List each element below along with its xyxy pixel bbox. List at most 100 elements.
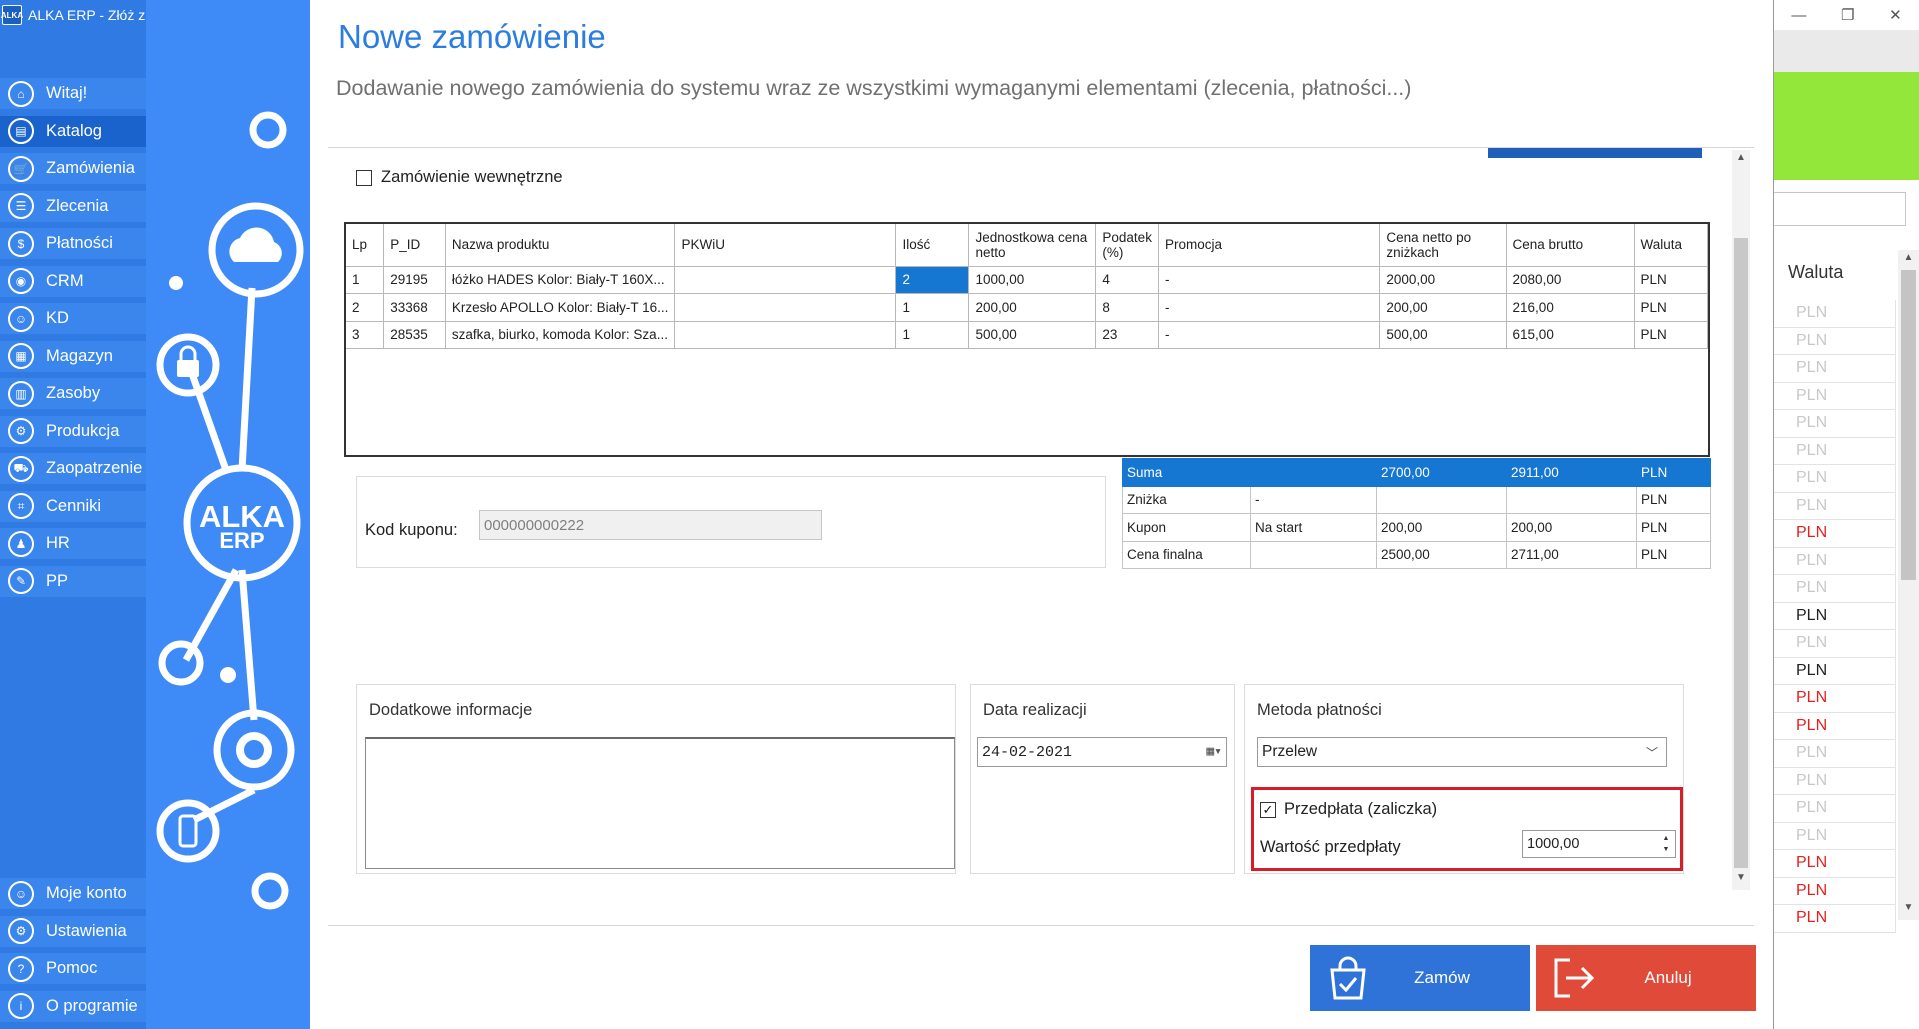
sidebar-item-kd[interactable]: ☺ KD bbox=[0, 303, 146, 337]
list-item[interactable]: PLN bbox=[1774, 520, 1896, 548]
table-cell[interactable]: 1 bbox=[895, 293, 970, 322]
table-cell[interactable]: 8 bbox=[1095, 293, 1159, 322]
table-cell[interactable]: 615,00 bbox=[1506, 321, 1635, 349]
list-item[interactable]: PLN bbox=[1774, 850, 1896, 878]
totals-row[interactable]: Zniżka - PLN bbox=[1122, 485, 1711, 514]
table-row[interactable]: 3 28535 szafka, biurko, komoda Kolor: Sza.… bbox=[346, 321, 1709, 349]
column-header[interactable]: Podatek (%) bbox=[1095, 224, 1159, 267]
column-header[interactable]: Jednostkowa cena netto bbox=[968, 224, 1097, 267]
column-header[interactable]: PKWiU bbox=[674, 224, 897, 267]
sidebar-item-zlecenia[interactable]: ☰ Zlecenia bbox=[0, 190, 146, 225]
list-item[interactable]: PLN bbox=[1774, 740, 1896, 768]
coupon-input[interactable] bbox=[479, 510, 822, 540]
table-cell[interactable]: 3 bbox=[346, 321, 385, 349]
table-cell[interactable]: - bbox=[1158, 321, 1381, 349]
table-cell[interactable]: 1 bbox=[895, 321, 970, 349]
column-header[interactable]: Waluta bbox=[1634, 224, 1709, 267]
list-item[interactable]: PLN bbox=[1774, 630, 1896, 658]
column-header[interactable]: Cena netto po zniżkach bbox=[1379, 224, 1507, 267]
table-cell[interactable]: 2 bbox=[346, 293, 385, 322]
list-item[interactable]: PLN bbox=[1774, 767, 1896, 795]
table-cell[interactable]: 28535 bbox=[383, 321, 446, 349]
scrollbar-thumb[interactable] bbox=[1734, 238, 1748, 868]
list-item[interactable]: PLN bbox=[1774, 905, 1896, 933]
scrollbar-thumb[interactable] bbox=[1901, 270, 1916, 580]
sidebar-item-pomoc[interactable]: ? Pomoc bbox=[0, 953, 146, 987]
sidebar-item-o-programie[interactable]: i O programie bbox=[0, 990, 146, 1025]
table-cell[interactable] bbox=[674, 266, 897, 294]
table-cell[interactable]: szafka, biurko, komoda Kolor: Sza... bbox=[445, 321, 676, 349]
column-header[interactable]: P_ID bbox=[383, 224, 446, 267]
dialog-scrollbar[interactable]: ▲ ▼ bbox=[1732, 150, 1750, 890]
list-item[interactable]: PLN bbox=[1774, 547, 1896, 575]
realization-date-picker[interactable]: 24-02-2021 ▦▾ bbox=[977, 737, 1227, 767]
table-cell[interactable]: - bbox=[1158, 293, 1381, 322]
table-cell[interactable]: 29195 bbox=[383, 266, 446, 294]
totals-row[interactable]: Suma 2700,00 2911,00 PLN bbox=[1122, 458, 1711, 487]
table-cell[interactable]: 33368 bbox=[383, 293, 446, 322]
table-row[interactable]: 1 29195 łóżko HADES Kolor: Biały-T 160X...… bbox=[346, 266, 1709, 294]
internal-order-checkbox[interactable]: Zamówienie wewnętrzne bbox=[356, 168, 563, 187]
table-cell[interactable]: 500,00 bbox=[1379, 321, 1507, 349]
minimize-icon[interactable]: — bbox=[1791, 7, 1806, 24]
list-item[interactable]: PLN bbox=[1774, 437, 1896, 465]
list-item[interactable]: PLN bbox=[1774, 685, 1896, 713]
sidebar-item-magazyn[interactable]: ▦ Magazyn bbox=[0, 340, 146, 375]
sidebar-item-cenniki[interactable]: ⌗ Cenniki bbox=[0, 490, 146, 525]
table-cell[interactable]: 4 bbox=[1095, 266, 1159, 294]
table-cell[interactable]: 1000,00 bbox=[968, 266, 1097, 294]
prepayment-checkbox[interactable]: ✓ Przedpłata (zaliczka) bbox=[1260, 800, 1437, 819]
table-cell[interactable]: 2000,00 bbox=[1379, 266, 1507, 294]
table-cell[interactable]: 200,00 bbox=[968, 293, 1097, 322]
table-cell[interactable]: 1 bbox=[346, 266, 385, 294]
sidebar-item-katalog[interactable]: ▤ Katalog bbox=[0, 115, 146, 150]
list-item[interactable]: PLN bbox=[1774, 382, 1896, 410]
background-scrollbar[interactable]: ▲ ▼ bbox=[1898, 250, 1919, 920]
sidebar-item-hr[interactable]: ♟ HR bbox=[0, 528, 146, 562]
sidebar-item-witaj[interactable]: ⌂ Witaj! bbox=[0, 78, 146, 112]
list-item[interactable]: PLN bbox=[1774, 712, 1896, 740]
list-item[interactable]: PLN bbox=[1774, 465, 1896, 493]
table-cell[interactable]: 2 bbox=[895, 266, 970, 294]
sidebar-item-ustawienia[interactable]: ⚙ Ustawienia bbox=[0, 915, 146, 950]
table-row[interactable]: 2 33368 Krzesło APOLLO Kolor: Biały-T 16..… bbox=[346, 293, 1709, 322]
list-item[interactable]: PLN bbox=[1774, 492, 1896, 520]
column-header[interactable]: Nazwa produktu bbox=[445, 224, 676, 267]
list-item[interactable]: PLN bbox=[1774, 355, 1896, 383]
payment-method-select[interactable]: Przelew ﹀ bbox=[1257, 737, 1667, 767]
table-cell[interactable]: 23 bbox=[1095, 321, 1159, 349]
column-header[interactable]: Promocja bbox=[1158, 224, 1381, 267]
prepayment-value-stepper[interactable]: 1000,00 ▲ ▼ bbox=[1522, 830, 1676, 858]
table-cell[interactable] bbox=[674, 321, 897, 349]
internal-order-check-icon[interactable] bbox=[356, 169, 372, 186]
cancel-button[interactable]: Anuluj bbox=[1536, 945, 1756, 1011]
table-cell[interactable]: PLN bbox=[1634, 266, 1709, 294]
list-item[interactable]: PLN bbox=[1774, 877, 1896, 905]
column-header[interactable]: Ilość bbox=[895, 224, 970, 267]
table-cell[interactable]: Krzesło APOLLO Kolor: Biały-T 16... bbox=[445, 293, 676, 322]
table-cell[interactable]: 216,00 bbox=[1506, 293, 1635, 322]
list-item[interactable]: PLN bbox=[1774, 300, 1896, 328]
list-item[interactable]: PLN bbox=[1774, 410, 1896, 438]
order-button[interactable]: Zamów bbox=[1310, 945, 1530, 1011]
additional-info-textarea[interactable] bbox=[365, 737, 955, 869]
close-icon[interactable]: ✕ bbox=[1889, 6, 1902, 24]
table-cell[interactable]: - bbox=[1158, 266, 1381, 294]
list-item[interactable]: PLN bbox=[1774, 575, 1896, 603]
table-cell[interactable]: 200,00 bbox=[1379, 293, 1507, 322]
scroll-up-icon[interactable]: ▲ bbox=[1734, 152, 1748, 163]
table-cell[interactable]: 500,00 bbox=[968, 321, 1097, 349]
sidebar-item-pp[interactable]: ✎ PP bbox=[0, 565, 146, 600]
prepayment-check-icon[interactable]: ✓ bbox=[1260, 801, 1276, 818]
totals-row[interactable]: Kupon Na start 200,00 200,00 PLN bbox=[1122, 513, 1711, 542]
sidebar-item-zasoby[interactable]: ▥ Zasoby bbox=[0, 378, 146, 412]
scroll-down-icon[interactable]: ▼ bbox=[1901, 902, 1916, 913]
totals-row[interactable]: Cena finalna 2500,00 2711,00 PLN bbox=[1122, 540, 1711, 569]
list-item[interactable]: PLN bbox=[1774, 795, 1896, 823]
table-cell[interactable]: 2080,00 bbox=[1506, 266, 1635, 294]
chevron-down-icon[interactable]: ﹀ bbox=[1646, 744, 1658, 761]
list-item[interactable]: PLN bbox=[1774, 822, 1896, 850]
restore-icon[interactable]: ❐ bbox=[1841, 6, 1854, 24]
column-header[interactable]: Cena brutto bbox=[1506, 224, 1635, 267]
collapsed-panel-tab[interactable] bbox=[1488, 148, 1702, 158]
